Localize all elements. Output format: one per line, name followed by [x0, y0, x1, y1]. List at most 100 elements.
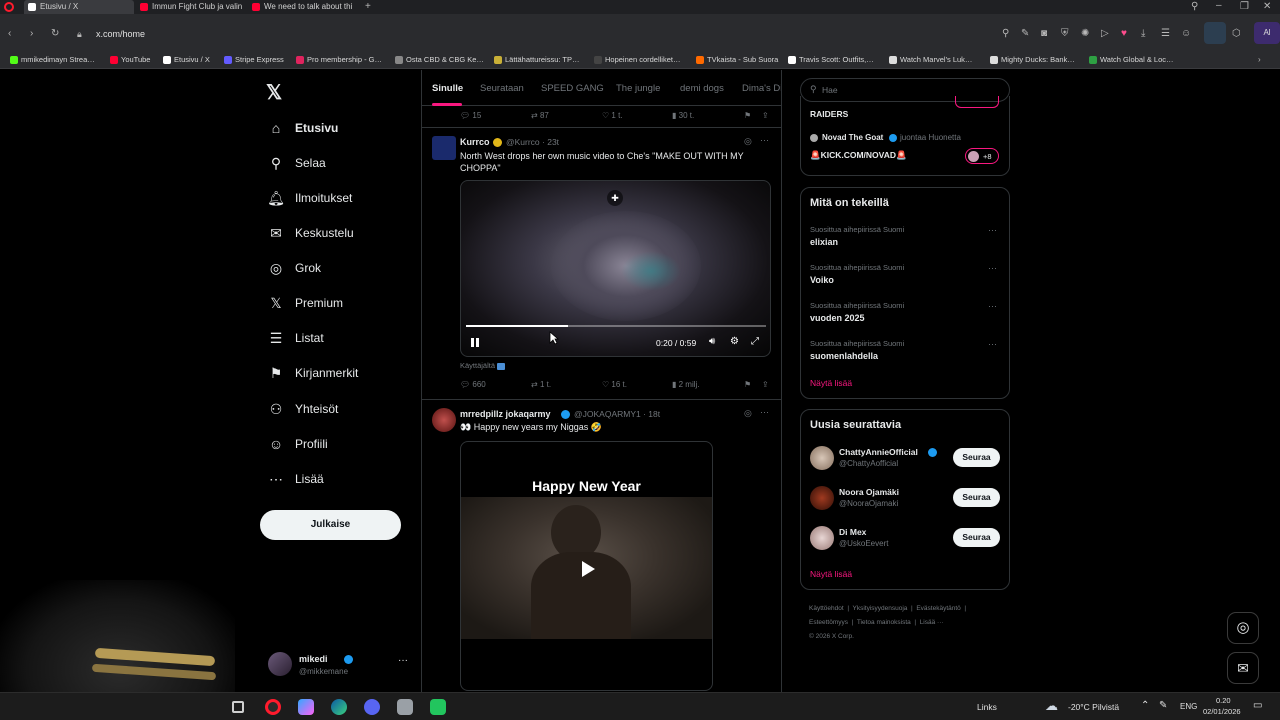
maximize-icon[interactable]: ❐	[1240, 2, 1249, 12]
browser-tab[interactable]: We need to talk about thi	[248, 0, 356, 14]
post-kurrco[interactable]: Kurrco @Kurrco · 23t ◎ ··· North West dr…	[422, 128, 781, 400]
settings-icon[interactable]: ⚙	[730, 336, 739, 347]
author-name[interactable]: mrredpillz jokaqarmy	[460, 409, 551, 419]
live-spaces-card[interactable]: RAIDERS Novad The Goat juontaa Huonetta …	[800, 96, 1010, 176]
nav-item[interactable]: ⋯ Lisää	[266, 466, 324, 492]
like-button[interactable]: ♡ 16 t.	[602, 380, 627, 389]
show-more-link[interactable]: Näytä lisää	[810, 378, 852, 388]
footer-link[interactable]: Evästekäytäntö	[916, 605, 960, 612]
reload-icon[interactable]: ↻	[51, 29, 59, 39]
bookmark-item[interactable]: Travis Scott: Outfits,…	[788, 54, 882, 66]
camera-icon[interactable]: ◙	[1041, 29, 1047, 39]
show-more-link[interactable]: Näytä lisää	[810, 569, 852, 579]
weather-text[interactable]: -20°C Pilvistä	[1068, 702, 1119, 712]
volume-icon[interactable]: 🔊︎	[709, 336, 715, 347]
bookmark-item[interactable]: YouTube	[110, 54, 158, 66]
shield-icon[interactable]: ⛨	[1061, 29, 1069, 39]
opera-logo-icon[interactable]	[4, 2, 14, 12]
bookmark-item[interactable]: Etusivu / X	[163, 54, 217, 66]
bookmark-item[interactable]: Watch Marvel's Luk…	[889, 54, 981, 66]
cube-icon[interactable]: ⬡	[1232, 29, 1241, 39]
tab-for-you[interactable]: Sinulle	[432, 83, 463, 94]
follow-button[interactable]: Seuraa	[953, 528, 1000, 547]
pen-icon[interactable]: ✎	[1159, 700, 1167, 711]
tab-the-jungle[interactable]: The jungle	[616, 83, 660, 94]
app-icon[interactable]	[397, 699, 413, 715]
trend-item[interactable]: Suosittua aihepiirissä Suomi vuoden 2025…	[801, 297, 1009, 333]
more-icon[interactable]: ···	[760, 407, 769, 417]
video-player[interactable]: ✚ 0:20 / 0:59 🔊︎ ⚙ ⤢	[460, 180, 771, 357]
post-button[interactable]: Julkaise	[260, 510, 401, 540]
tab-dimas[interactable]: Dima's Di	[742, 83, 781, 94]
views-button[interactable]: ▮ 30 t.	[672, 111, 694, 120]
sidebar-extension-button[interactable]	[1204, 22, 1226, 44]
follow-button[interactable]: Seuraa	[953, 448, 1000, 467]
search-icon[interactable]: ⚲	[1002, 29, 1009, 39]
heart-icon[interactable]: ♥	[1121, 29, 1127, 39]
notification-icon[interactable]: ▭	[1253, 700, 1262, 711]
nav-item[interactable]: ⚑ Kirjanmerkit	[266, 360, 359, 386]
follow-suggestion[interactable]: Di Mex @UskoEevert Seuraa	[801, 524, 1009, 556]
chevron-up-icon[interactable]: ⌃	[1141, 700, 1149, 711]
messages-float-button[interactable]: ✉	[1227, 652, 1259, 684]
back-icon[interactable]: ‹	[8, 29, 11, 39]
pause-icon[interactable]	[470, 337, 480, 348]
bookmark-item[interactable]: Pro membership - G…	[296, 54, 388, 66]
edit-icon[interactable]: ✎	[1021, 29, 1029, 39]
edge-icon[interactable]	[331, 699, 347, 715]
forward-icon[interactable]: ›	[30, 29, 33, 39]
grok-icon[interactable]: ◎	[744, 408, 752, 419]
close-icon[interactable]: ✕	[1263, 2, 1271, 12]
nav-item[interactable]: 𝕏 Premium	[266, 290, 343, 316]
nav-item[interactable]: ☺ Profiili	[266, 431, 328, 457]
bookmark-item[interactable]: Stripe Express	[224, 54, 288, 66]
account-icon[interactable]: ☺	[1181, 29, 1191, 39]
expand-icon[interactable]: ✚	[607, 190, 623, 206]
post-jokaqarmy[interactable]: mrredpillz jokaqarmy @JOKAQARMY1 · 18t ◎…	[422, 401, 781, 692]
play-icon[interactable]: ▷	[1101, 29, 1109, 39]
download-icon[interactable]: ⤓	[1141, 29, 1145, 39]
trend-item[interactable]: Suosittua aihepiirissä Suomi suomenlahde…	[801, 335, 1009, 371]
video-progress-track[interactable]	[466, 325, 766, 327]
more-icon[interactable]: ···	[988, 225, 997, 235]
tab-following[interactable]: Seurataan	[480, 83, 524, 94]
nav-item[interactable]: 🔔︎ Ilmoitukset	[266, 185, 352, 211]
opera-icon[interactable]	[265, 699, 281, 715]
grok-float-button[interactable]: ◎	[1227, 612, 1259, 644]
extension-icon[interactable]: ✺	[1081, 29, 1089, 39]
grok-icon[interactable]: ◎	[744, 136, 752, 147]
footer-link[interactable]: Yksityisyydensuoja	[853, 605, 908, 612]
more-icon[interactable]: ···	[760, 135, 769, 145]
views-button[interactable]: ▮ 2 milj.	[672, 380, 700, 389]
like-button[interactable]: ♡ 1 t.	[602, 111, 623, 120]
account-switcher[interactable]: mikedi @mikkemane ···	[268, 650, 413, 682]
more-icon[interactable]: ···	[988, 339, 997, 349]
bookmark-item[interactable]: Watch Global & Loc…	[1089, 54, 1185, 66]
app-icon[interactable]	[298, 699, 314, 715]
bookmark-icon[interactable]: ⚑	[744, 380, 751, 389]
footer-link[interactable]: Käyttöehdot	[809, 605, 844, 612]
language-indicator[interactable]: ENG	[1180, 702, 1197, 711]
follow-suggestion[interactable]: ChattyAnnieOfficial @ChattyAofficial Seu…	[801, 444, 1009, 476]
bookmark-item[interactable]: Osta CBD & CBG Ke…	[395, 54, 487, 66]
discord-icon[interactable]	[364, 699, 380, 715]
url-field[interactable]: x.com/home	[96, 29, 145, 39]
bookmark-item[interactable]: Mighty Ducks: Bank…	[990, 54, 1082, 66]
follow-button[interactable]: Seuraa	[953, 488, 1000, 507]
repost-button[interactable]: ⇄ 1 t.	[531, 380, 551, 389]
footer-link[interactable]: Tietoa mainoksista	[857, 619, 911, 626]
more-icon[interactable]: ···	[988, 301, 997, 311]
more-icon[interactable]: ···	[398, 655, 408, 666]
nav-item[interactable]: ⚲ Selaa	[266, 150, 326, 176]
more-icon[interactable]: ···	[988, 263, 997, 273]
clock-time[interactable]: 0.20	[1216, 696, 1231, 705]
author-name[interactable]: Kurrco	[460, 137, 490, 147]
menu-icon[interactable]: ☰	[1161, 29, 1170, 39]
x-logo-icon[interactable]: 𝕏	[266, 80, 282, 105]
trend-item[interactable]: Suosittua aihepiirissä Suomi Voiko ···	[801, 259, 1009, 295]
app-icon[interactable]	[430, 699, 446, 715]
tab-speed-gang[interactable]: SPEED GANG	[541, 83, 604, 94]
bookmark-item[interactable]: Lättähattureissu: TP…	[494, 54, 586, 66]
browser-tab[interactable]: Immun Fight Club ja valin	[136, 0, 244, 14]
clock-date[interactable]: 02/01/2026	[1203, 707, 1241, 716]
